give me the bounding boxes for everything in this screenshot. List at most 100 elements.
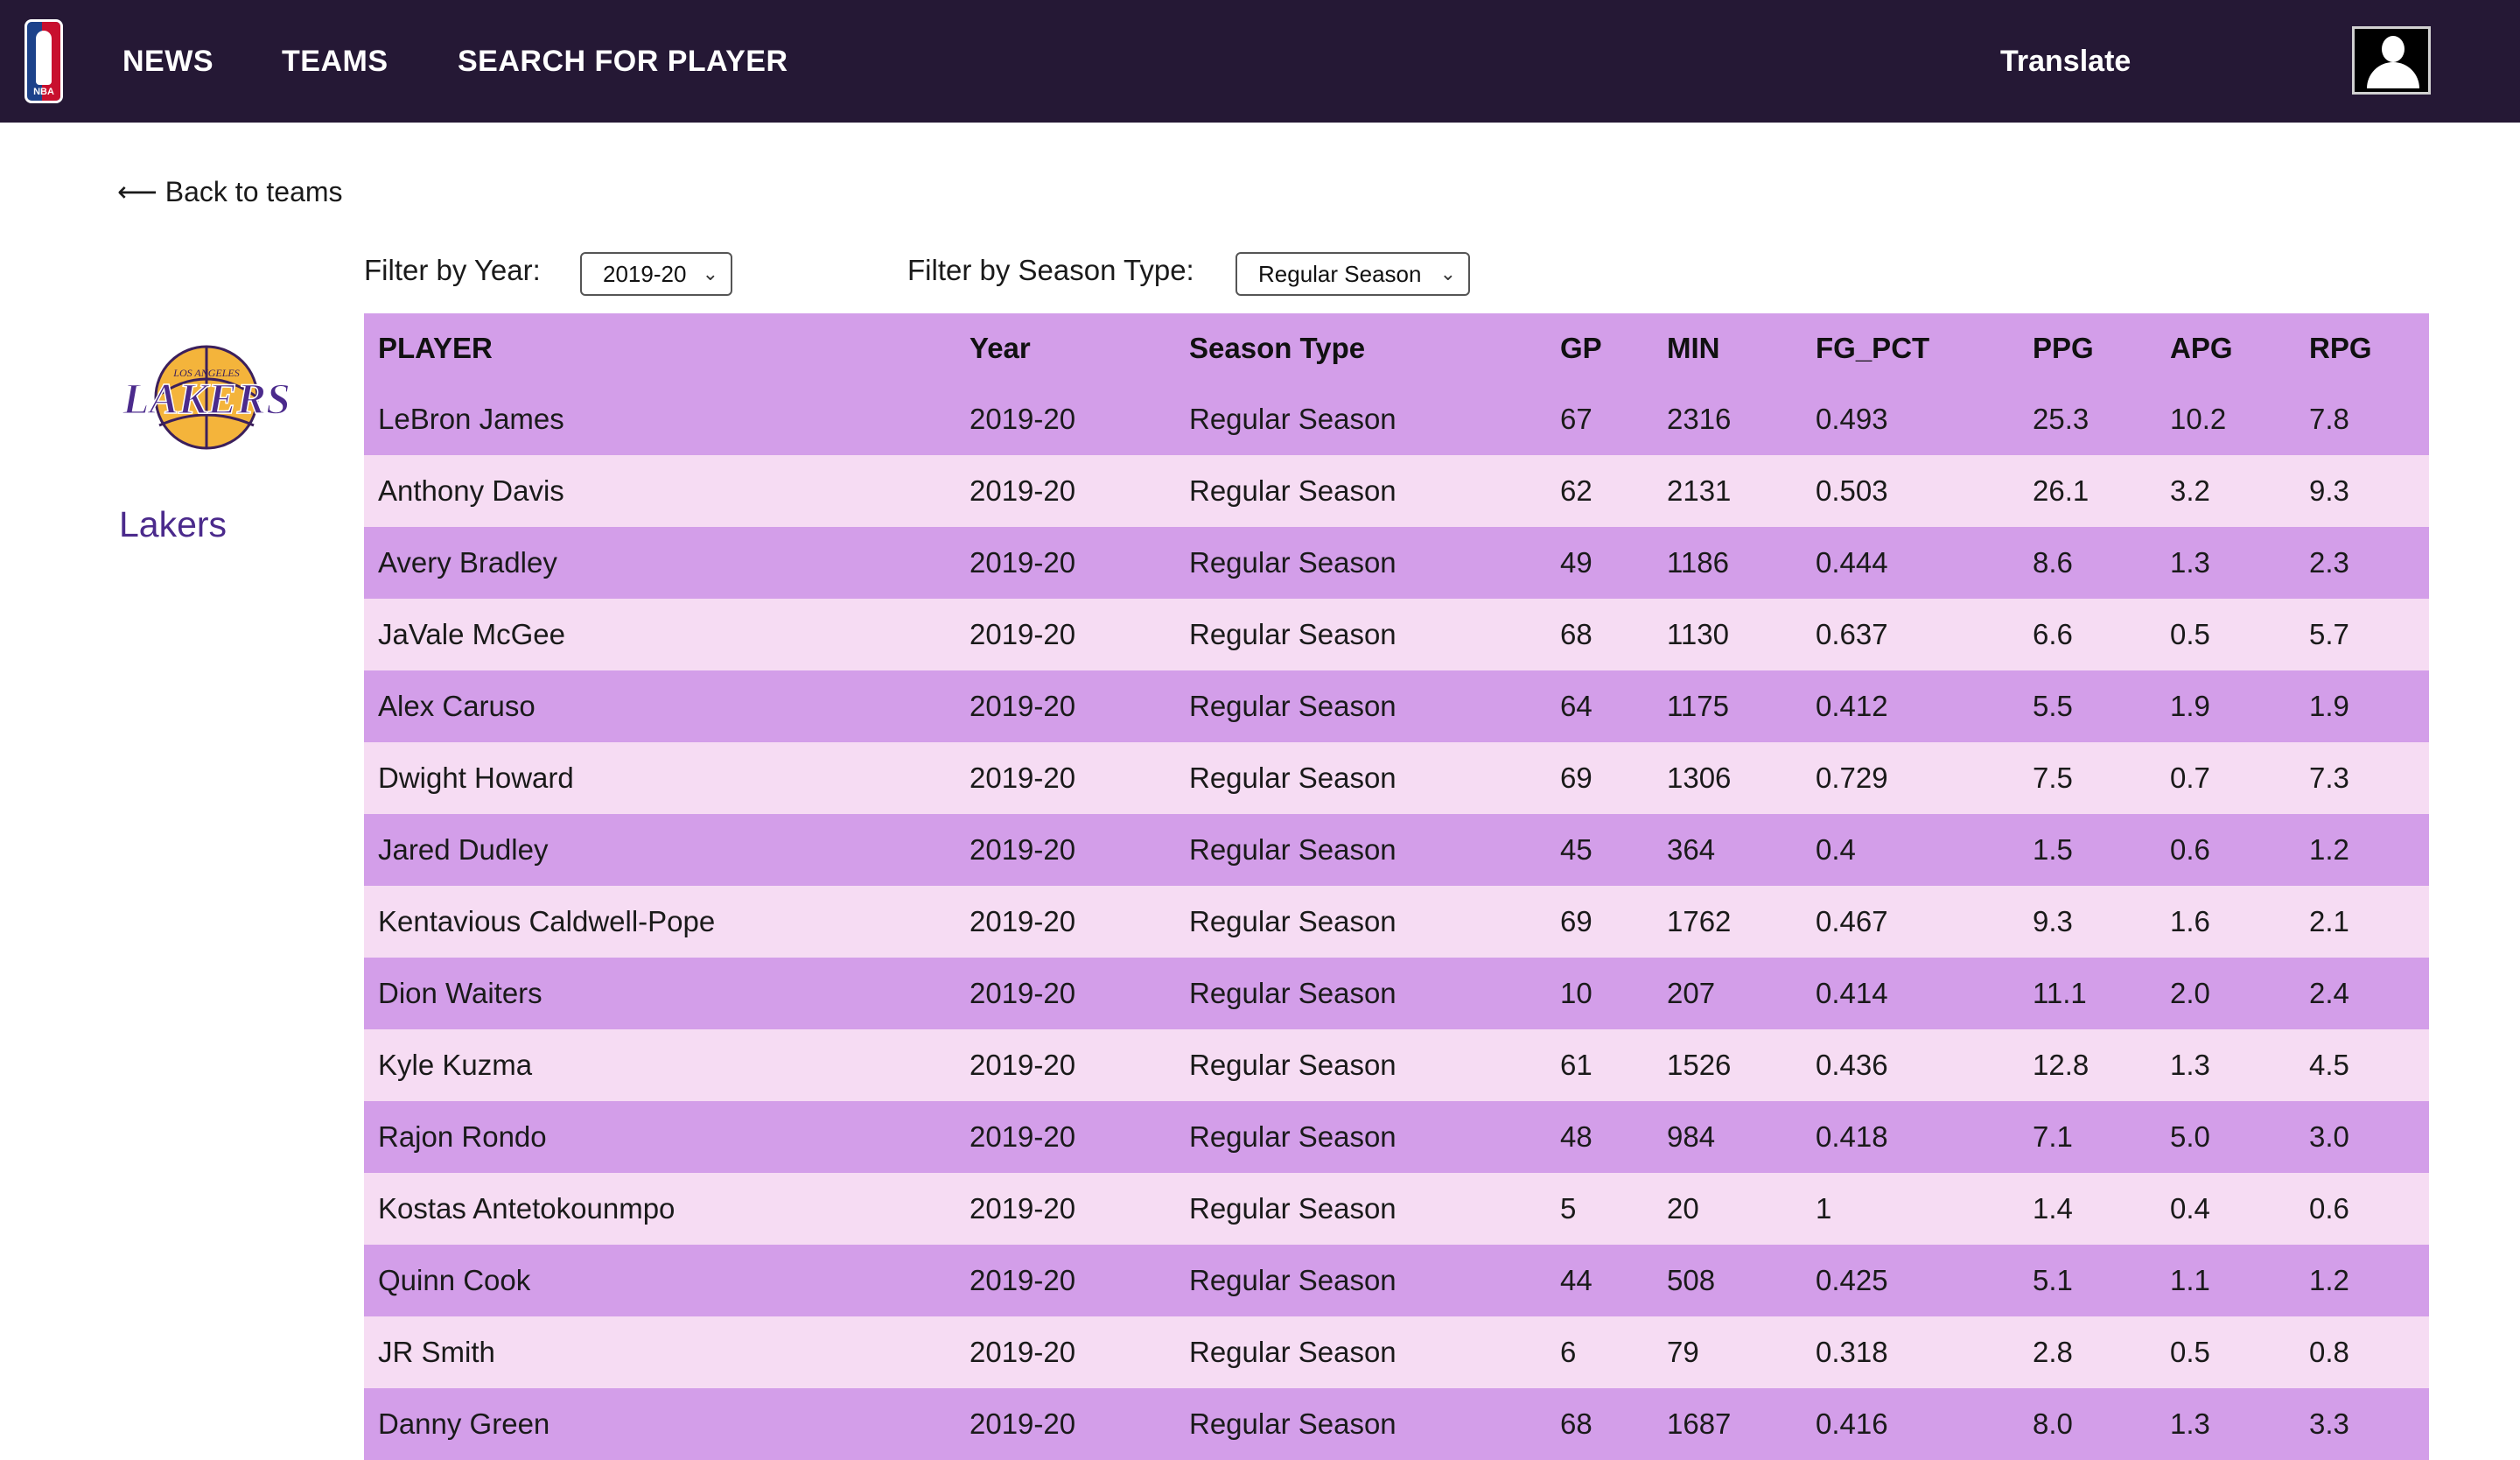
nav-search-player-link[interactable]: SEARCH FOR PLAYER: [458, 42, 788, 81]
table-cell-ppg: 5.1: [2033, 1264, 2073, 1296]
avatar-head: [2382, 36, 2404, 62]
table-cell-player[interactable]: JR Smith: [364, 1316, 956, 1388]
table-row: Alex Caruso 2019-20 Regular Season 64 1175 0.…: [364, 670, 2429, 742]
table-row: Kostas Antetokounmpo 2019-20 Regular Seaso…: [364, 1173, 2429, 1245]
table-cell-min: 1186: [1667, 546, 1729, 579]
table-cell-season-type: Regular Season: [1189, 546, 1396, 579]
user-avatar-icon[interactable]: [2352, 26, 2431, 95]
player-stats-table: PLAYER Year Season Type GP MIN FG_PCT PPG APG RP…: [364, 313, 2429, 1460]
table-cell-player[interactable]: LeBron James: [364, 383, 956, 455]
table-cell-player[interactable]: Anthony Davis: [364, 455, 956, 527]
table-cell-year: 2019-20: [970, 762, 1076, 794]
table-cell-apg: 0.5: [2170, 1336, 2210, 1368]
team-name: Lakers: [119, 504, 228, 544]
table-cell-rpg: 5.7: [2309, 618, 2349, 650]
table-cell-player[interactable]: JaVale McGee: [364, 599, 956, 670]
column-header-min: MIN: [1667, 332, 1720, 364]
table-cell-season-type: Regular Season: [1189, 1120, 1396, 1153]
table-cell-fg-pct: 0.414: [1816, 977, 1888, 1009]
table-cell-ppg: 26.1: [2033, 474, 2090, 507]
table-cell-season-type: Regular Season: [1189, 762, 1396, 794]
table-cell-rpg: 2.4: [2309, 977, 2349, 1009]
table-cell-season-type: Regular Season: [1189, 1192, 1396, 1225]
table-cell-ppg: 1.4: [2033, 1192, 2073, 1225]
table-row: Jared Dudley 2019-20 Regular Season 45 364 0.…: [364, 814, 2429, 886]
table-cell-min: 20: [1667, 1192, 1699, 1225]
table-cell-player[interactable]: Avery Bradley: [364, 527, 956, 599]
table-cell-player[interactable]: Danny Green: [364, 1388, 956, 1460]
table-cell-gp: 68: [1560, 618, 1592, 650]
table-cell-ppg: 8.0: [2033, 1407, 2073, 1440]
table-cell-gp: 67: [1560, 403, 1592, 435]
table-cell-rpg: 0.8: [2309, 1336, 2349, 1368]
table-cell-ppg: 5.5: [2033, 690, 2073, 722]
table-cell-player[interactable]: Dwight Howard: [364, 742, 956, 814]
table-cell-player[interactable]: Kyle Kuzma: [364, 1029, 956, 1101]
table-cell-player[interactable]: Jared Dudley: [364, 814, 956, 886]
table-cell-apg: 10.2: [2170, 403, 2227, 435]
table-cell-rpg: 9.3: [2309, 474, 2349, 507]
translate-button[interactable]: Translate: [2000, 42, 2131, 81]
table-cell-player[interactable]: Quinn Cook: [364, 1245, 956, 1316]
table-cell-gp: 62: [1560, 474, 1592, 507]
table-cell-min: 1526: [1667, 1049, 1732, 1081]
table-cell-rpg: 4.5: [2309, 1049, 2349, 1081]
top-navbar: NBA NEWS TEAMS SEARCH FOR PLAYER Transla…: [0, 0, 2520, 123]
table-cell-apg: 1.9: [2170, 690, 2210, 722]
table-row: JaVale McGee 2019-20 Regular Season 68 1130 0…: [364, 599, 2429, 670]
column-header-gp: GP: [1560, 332, 1602, 364]
table-cell-min: 1175: [1667, 690, 1729, 722]
table-cell-fg-pct: 0.493: [1816, 403, 1888, 435]
nav-news-link[interactable]: NEWS: [122, 42, 214, 81]
table-cell-apg: 0.6: [2170, 833, 2210, 866]
table-cell-ppg: 12.8: [2033, 1049, 2090, 1081]
table-cell-player[interactable]: Kentavious Caldwell-Pope: [364, 886, 956, 958]
table-cell-player[interactable]: Alex Caruso: [364, 670, 956, 742]
nba-logo-icon[interactable]: NBA: [24, 19, 63, 103]
table-cell-ppg: 11.1: [2033, 977, 2087, 1009]
table-cell-player[interactable]: Kostas Antetokounmpo: [364, 1173, 956, 1245]
table-cell-apg: 0.4: [2170, 1192, 2210, 1225]
table-row: LeBron James 2019-20 Regular Season 67 2316 0…: [364, 383, 2429, 455]
table-cell-gp: 44: [1560, 1264, 1592, 1296]
back-to-teams-link[interactable]: ⟵ Back to teams: [117, 175, 343, 208]
table-cell-year: 2019-20: [970, 1336, 1076, 1368]
column-header-rpg: RPG: [2309, 332, 2372, 364]
table-cell-ppg: 25.3: [2033, 403, 2090, 435]
table-cell-min: 364: [1667, 833, 1716, 866]
table-row: Kentavious Caldwell-Pope 2019-20 Regular S…: [364, 886, 2429, 958]
table-cell-year: 2019-20: [970, 1120, 1076, 1153]
table-cell-player[interactable]: Dion Waiters: [364, 958, 956, 1029]
table-cell-year: 2019-20: [970, 1049, 1076, 1081]
column-header-year: Year: [970, 332, 1031, 364]
table-cell-gp: 69: [1560, 905, 1592, 937]
year-select-value: 2019-20: [603, 261, 687, 287]
table-cell-min: 1687: [1667, 1407, 1732, 1440]
table-cell-ppg: 1.5: [2033, 833, 2073, 866]
table-cell-apg: 0.7: [2170, 762, 2210, 794]
table-cell-rpg: 2.1: [2309, 905, 2349, 937]
year-select[interactable]: 2019-20 ⌄: [580, 252, 732, 296]
table-cell-rpg: 0.6: [2309, 1192, 2349, 1225]
table-cell-season-type: Regular Season: [1189, 618, 1396, 650]
table-cell-player[interactable]: Rajon Rondo: [364, 1101, 956, 1173]
logo-text: NBA: [33, 87, 54, 97]
table-cell-gp: 6: [1560, 1336, 1577, 1368]
table-cell-season-type: Regular Season: [1189, 1407, 1396, 1440]
table-cell-apg: 3.2: [2170, 474, 2210, 507]
table-cell-apg: 1.6: [2170, 905, 2210, 937]
chevron-down-icon: ⌄: [1439, 263, 1456, 284]
table-cell-rpg: 7.3: [2309, 762, 2349, 794]
table-row: Avery Bradley 2019-20 Regular Season 49 1186…: [364, 527, 2429, 599]
table-cell-rpg: 7.8: [2309, 403, 2349, 435]
table-cell-ppg: 6.6: [2033, 618, 2073, 650]
logo-player-silhouette: [36, 31, 52, 85]
table-cell-season-type: Regular Season: [1189, 1049, 1396, 1081]
table-cell-fg-pct: 0.425: [1816, 1264, 1888, 1296]
table-cell-gp: 49: [1560, 546, 1592, 579]
season-type-select[interactable]: Regular Season ⌄: [1236, 252, 1470, 296]
nav-teams-link[interactable]: TEAMS: [282, 42, 388, 81]
table-cell-apg: 1.1: [2170, 1264, 2210, 1296]
logo-main-text: LAKERS: [122, 374, 290, 423]
table-cell-apg: 1.3: [2170, 1049, 2210, 1081]
